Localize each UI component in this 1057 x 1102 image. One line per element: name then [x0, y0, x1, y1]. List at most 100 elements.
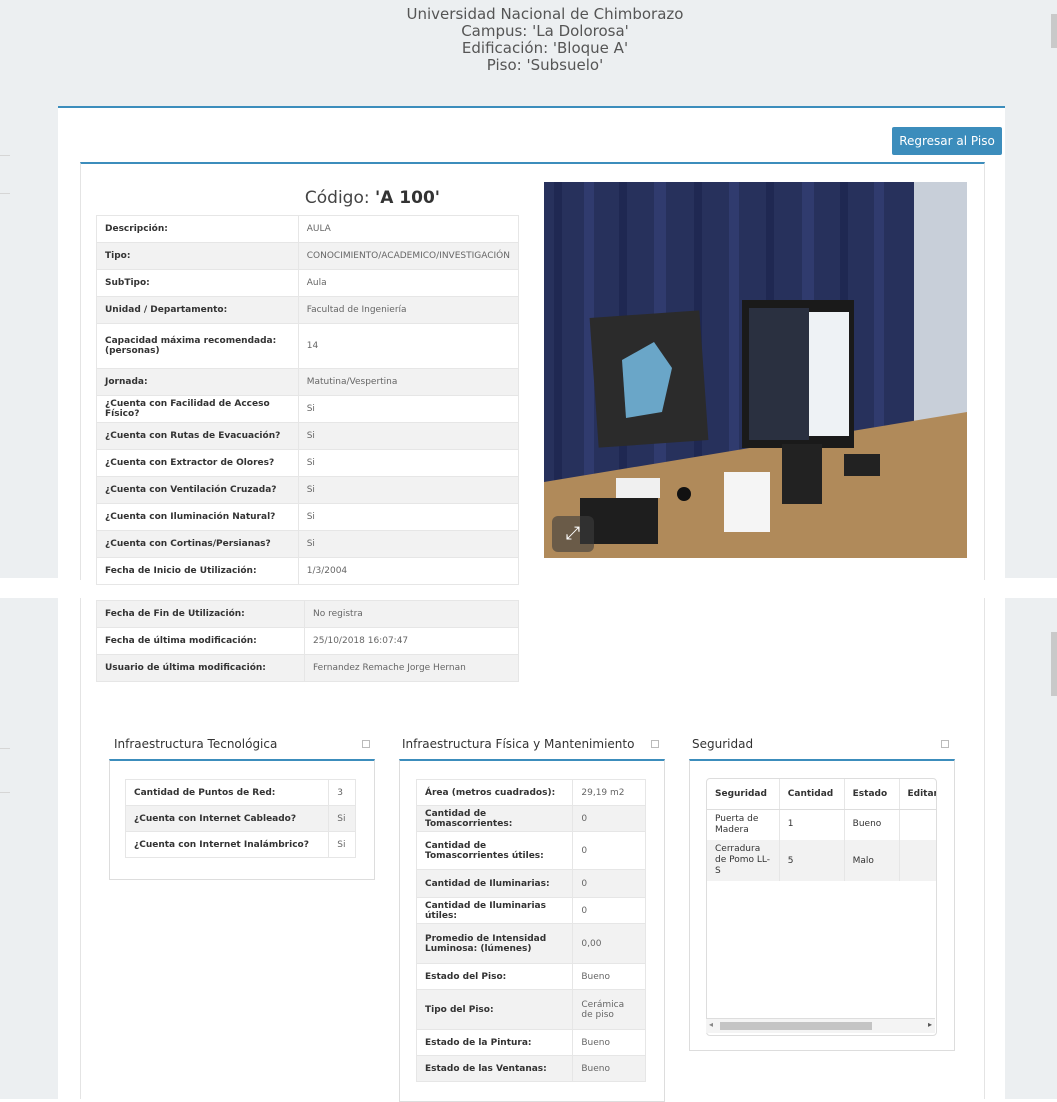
physical-box-title: Infraestructura Física y Mantenimiento [402, 737, 635, 751]
column-header[interactable]: Seguridad [707, 779, 780, 810]
detail-value: 25/10/2018 16:07:47 [304, 627, 519, 655]
table-row: Área (metros cuadrados): 29,19 m2 [415, 779, 646, 806]
detail-value: Facultad de Ingeniería [297, 296, 520, 324]
detail-key: Jornada: [96, 368, 299, 396]
expand-icon[interactable]: ⤢ [552, 516, 594, 552]
tech-key: ¿Cuenta con Internet Inalámbrico? [124, 831, 330, 858]
security-table: Seguridad Cantidad Estado Editar Puerta … [707, 779, 936, 881]
table-row: Estado de las Ventanas: Bueno [415, 1055, 646, 1082]
table-header-row: Seguridad Cantidad Estado Editar [707, 779, 936, 810]
classroom-photo-illustration [544, 182, 967, 558]
detail-value: AULA [297, 215, 520, 243]
security-item: Puerta de Madera [707, 809, 780, 840]
table-row: Unidad / Departamento: Facultad de Ingeni… [96, 296, 520, 324]
back-to-floor-button[interactable]: Regresar al Piso [892, 127, 1002, 155]
physical-key: Cantidad de Tomascorrientes: [415, 805, 574, 832]
security-item: Cerradura de Pomo LL-S [707, 840, 780, 881]
detail-key: Descripción: [96, 215, 299, 243]
page-scrollbar-thumb[interactable] [1051, 14, 1057, 48]
detail-key: ¿Cuenta con Iluminación Natural? [96, 503, 299, 531]
physical-value: 0 [572, 869, 646, 898]
detail-value: No registra [304, 600, 519, 628]
page-scrollbar-thumb-2[interactable] [1051, 632, 1057, 696]
physical-key: Estado de las Ventanas: [415, 1055, 574, 1082]
box-toggle-icon[interactable] [651, 740, 659, 748]
table-row: Cantidad de Tomascorrientes útiles: 0 [415, 831, 646, 870]
security-state: Bueno [844, 809, 900, 840]
table-row: ¿Cuenta con Ventilación Cruzada? Si [96, 476, 520, 504]
tech-key: Cantidad de Puntos de Red: [124, 779, 330, 806]
detail-value: CONOCIMIENTO/ACADEMICO/INVESTIGACIÓN [297, 242, 520, 270]
detail-key: Fecha de última modificación: [96, 627, 305, 655]
detail-table: Descripción: AULA Tipo: CONOCIMIENTO/ACADE… [96, 215, 520, 585]
physical-key: Cantidad de Iluminarias útiles: [415, 897, 574, 924]
column-header[interactable]: Cantidad [779, 779, 845, 810]
arrow-right-icon[interactable]: ▸ [928, 1020, 932, 1029]
security-qty: 5 [779, 840, 845, 881]
column-header[interactable]: Editar [899, 779, 936, 810]
side-divider [0, 155, 10, 156]
detail-key: Tipo: [96, 242, 299, 270]
arrow-left-icon[interactable]: ◂ [709, 1020, 713, 1029]
location-header: Universidad Nacional de Chimborazo Campu… [330, 6, 760, 74]
physical-table: Área (metros cuadrados): 29,19 m2 Cantida… [415, 779, 646, 1082]
side-divider [0, 748, 10, 749]
detail-value: Si [297, 422, 520, 450]
table-row: SubTipo: Aula [96, 269, 520, 297]
table-row: Fecha de Inicio de Utilización: 1/3/2004 [96, 557, 520, 585]
detail-key: SubTipo: [96, 269, 299, 297]
classroom-photo[interactable] [544, 182, 967, 558]
physical-value: Bueno [572, 1055, 646, 1082]
physical-key: Promedio de Intensidad Luminosa: (lúmene… [415, 923, 574, 964]
column-header[interactable]: Estado [844, 779, 900, 810]
table-row: Tipo del Piso: Cerámica de piso [415, 989, 646, 1030]
physical-value: 0 [572, 805, 646, 832]
detail-value: Fernandez Remache Jorge Hernan [304, 654, 519, 682]
security-table-scroll[interactable]: Seguridad Cantidad Estado Editar Puerta … [706, 778, 937, 1036]
tech-box-title: Infraestructura Tecnológica [114, 737, 278, 751]
table-row: ¿Cuenta con Extractor de Olores? Si [96, 449, 520, 477]
table-row: Estado de la Pintura: Bueno [415, 1029, 646, 1056]
physical-value: Cerámica de piso [572, 989, 646, 1030]
detail-key: ¿Cuenta con Extractor de Olores? [96, 449, 299, 477]
table-row: Usuario de última modificación: Fernandez… [96, 654, 519, 682]
detail-key: Usuario de última modificación: [96, 654, 305, 682]
detail-key: Fecha de Fin de Utilización: [96, 600, 305, 628]
table-row: Cantidad de Iluminarias: 0 [415, 869, 646, 898]
physical-key: Estado de la Pintura: [415, 1029, 574, 1056]
table-row: Cantidad de Puntos de Red: 3 [124, 779, 356, 806]
scrollbar-thumb[interactable] [720, 1022, 872, 1030]
physical-value: 29,19 m2 [572, 779, 646, 806]
security-edit-cell[interactable] [899, 809, 936, 840]
university-name: Universidad Nacional de Chimborazo [406, 5, 684, 23]
physical-key: Estado del Piso: [415, 963, 574, 990]
table-row: ¿Cuenta con Internet Inalámbrico? Si [124, 831, 356, 858]
physical-key: Área (metros cuadrados): [415, 779, 574, 806]
page-title: Código: 'A 100' [180, 188, 440, 208]
security-edit-cell[interactable] [899, 840, 936, 881]
detail-value: Si [297, 503, 520, 531]
physical-value: Bueno [572, 963, 646, 990]
horizontal-scrollbar[interactable]: ◂ ▸ [706, 1018, 935, 1033]
table-row: Cantidad de Tomascorrientes: 0 [415, 805, 646, 832]
physical-value: 0 [572, 831, 646, 870]
table-row: ¿Cuenta con Internet Cableado? Si [124, 805, 356, 832]
physical-key: Cantidad de Tomascorrientes útiles: [415, 831, 574, 870]
table-row: ¿Cuenta con Rutas de Evacuación? Si [96, 422, 520, 450]
building-label: Edificación: 'Bloque A' [461, 39, 629, 57]
campus-label: Campus: 'La Dolorosa' [461, 22, 629, 40]
tech-key: ¿Cuenta con Internet Cableado? [124, 805, 330, 832]
side-divider [0, 193, 10, 194]
security-box-title: Seguridad [692, 737, 754, 751]
physical-key: Cantidad de Iluminarias: [415, 869, 574, 898]
box-toggle-icon[interactable] [362, 740, 370, 748]
tech-value: 3 [328, 779, 356, 806]
box-toggle-icon[interactable] [941, 740, 949, 748]
detail-key: Unidad / Departamento: [96, 296, 299, 324]
detail-table-continued: Fecha de Fin de Utilización: No registra … [96, 600, 519, 682]
detail-value: Matutina/Vespertina [297, 368, 520, 396]
detail-value: Si [297, 395, 520, 423]
detail-value: 1/3/2004 [297, 557, 520, 585]
table-row: Cantidad de Iluminarias útiles: 0 [415, 897, 646, 924]
table-row: Estado del Piso: Bueno [415, 963, 646, 990]
